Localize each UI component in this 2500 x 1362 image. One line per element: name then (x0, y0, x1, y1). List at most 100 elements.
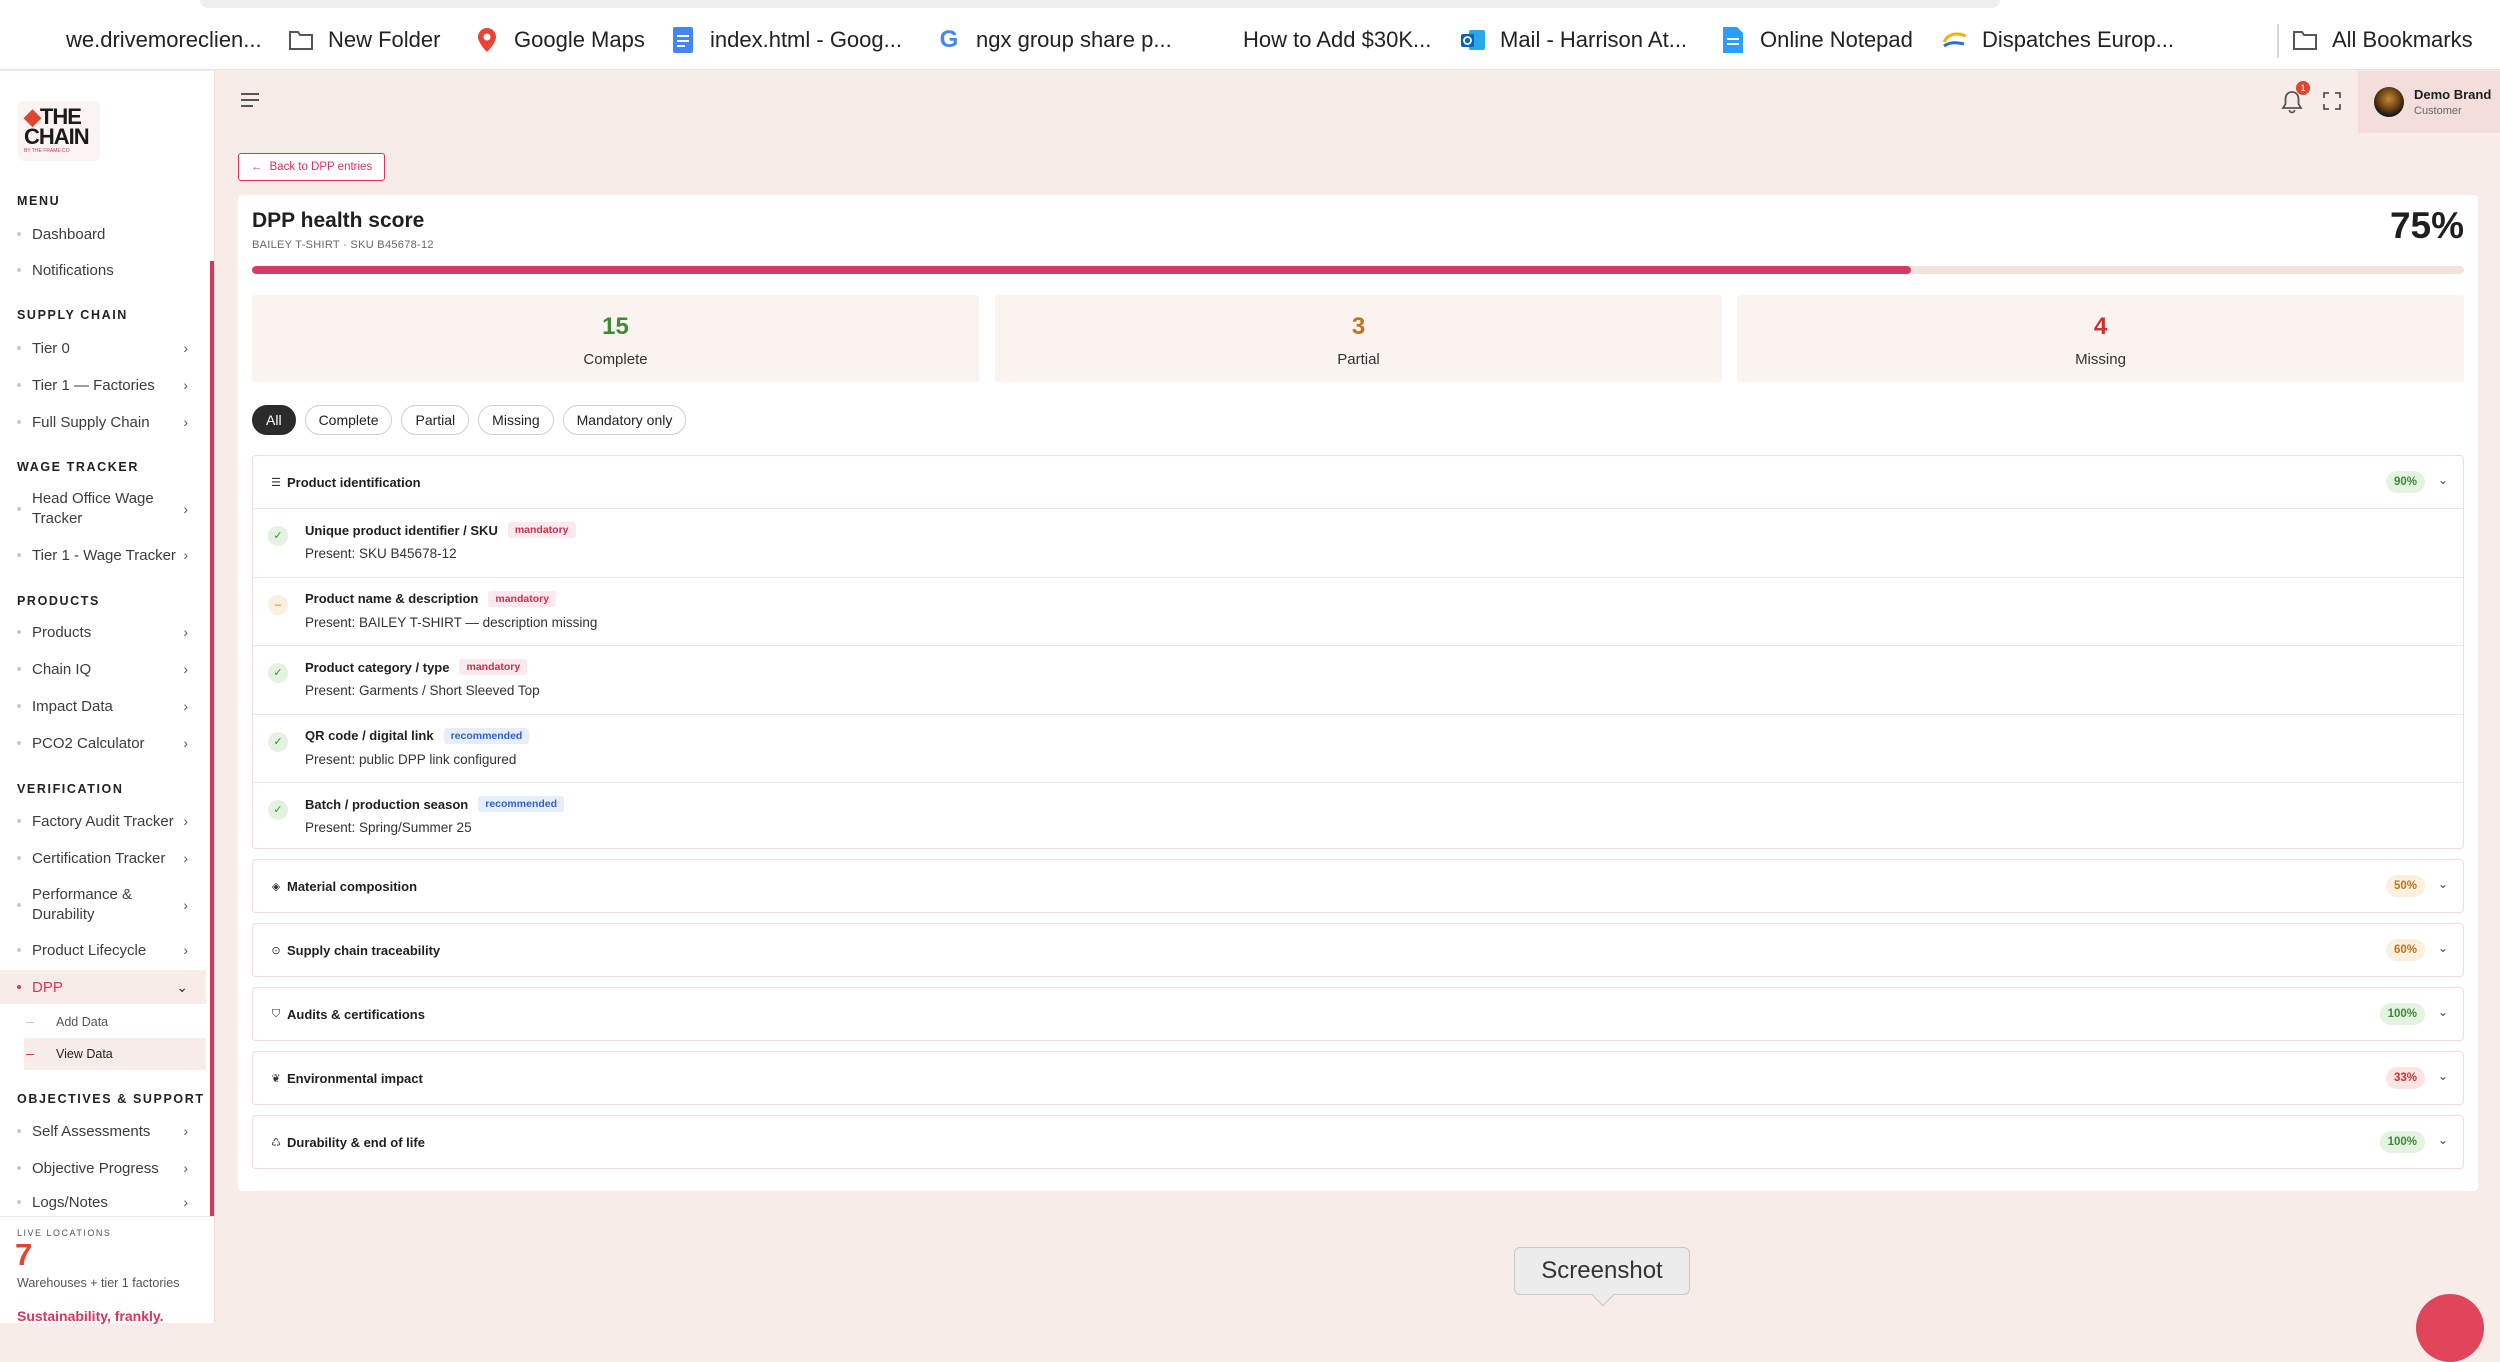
folder-icon (288, 27, 314, 53)
sidebar-item-dpp[interactable]: DPP ⌄ (0, 970, 206, 1004)
section-objectives-support: OBJECTIVES & SUPPORT (17, 1092, 205, 1106)
sidebar-item-product-lifecycle[interactable]: Product Lifecycle › (0, 935, 206, 965)
filter-missing[interactable]: Missing (478, 405, 554, 435)
stat-missing-label: Missing (2075, 351, 2126, 368)
check-icon: ✓ (268, 663, 288, 683)
sidebar-item-notifications[interactable]: Notifications (0, 255, 206, 285)
chevron-right-icon: › (183, 377, 188, 393)
stat-partial[interactable]: 3 Partial (995, 295, 1722, 382)
bookmark-9[interactable]: Dispatches Europ... (1942, 22, 2174, 58)
sidebar-item-pco2-calculator[interactable]: PCO2 Calculator › (0, 728, 206, 758)
all-bookmarks[interactable]: All Bookmarks (2292, 22, 2473, 58)
chevron-down-icon: ⌄ (2437, 877, 2448, 891)
bookmarks-bar: we.drivemoreclien... New Folder Google M… (0, 0, 2500, 70)
sidebar-scroll-indicator (210, 261, 214, 1301)
chevron-down-icon: ⌄ (2437, 1069, 2448, 1083)
layers-icon: ◈ (271, 880, 281, 893)
sidebar-item-tier-0[interactable]: Tier 0 › (0, 333, 206, 363)
outlook-icon (1460, 27, 1486, 53)
sidebar-item-performance-durability[interactable]: Performance & Durability › (0, 882, 206, 928)
sidebar-item-full-supply-chain[interactable]: Full Supply Chain › (0, 407, 206, 437)
product-subtitle: BAILEY T-SHIRT · SKU B45678-12 (252, 239, 434, 251)
chevron-right-icon: › (183, 1160, 188, 1176)
bookmark-1[interactable]: we.drivemoreclien... (66, 22, 262, 58)
stat-complete-value: 15 (602, 313, 629, 340)
sidebar-item-head-office-wage-tracker[interactable]: Head Office Wage Tracker › (0, 486, 206, 532)
sidebar-item-tier-1-factories[interactable]: Tier 1 — Factories › (0, 370, 206, 400)
filter-all[interactable]: All (252, 405, 296, 435)
top-bar: 1 Demo Brand Customer (216, 71, 2500, 133)
fullscreen-icon[interactable] (2322, 91, 2344, 113)
shield-icon: ⛉ (271, 1007, 281, 1020)
chevron-right-icon: › (183, 813, 188, 829)
section-score-badge: 100% (2379, 1131, 2425, 1153)
checklist-row: – Product name & description mandatory Pr… (253, 576, 2463, 646)
avatar (2374, 87, 2404, 117)
mandatory-tag: mandatory (488, 590, 557, 607)
bookmark-5[interactable]: Gngx group share p... (936, 22, 1172, 58)
mandatory-tag: mandatory (459, 659, 528, 675)
chevron-down-icon: ⌄ (2437, 941, 2448, 955)
sidebar-item-tier-1-wage-tracker[interactable]: Tier 1 - Wage Tracker › (0, 540, 206, 570)
the-chain-logo[interactable]: ◆THE CHAIN BY THE FRAME.CO (18, 101, 100, 161)
sidebar-item-products[interactable]: Products › (0, 617, 206, 647)
stat-complete-label: Complete (583, 351, 648, 368)
user-role: Customer (2414, 105, 2462, 117)
bookmark-3[interactable]: Google Maps (474, 22, 645, 58)
filter-mandatory-only[interactable]: Mandatory only (562, 405, 687, 435)
user-menu[interactable]: Demo Brand Customer (2358, 71, 2500, 133)
chevron-right-icon: › (183, 547, 188, 563)
sidebar-item-dashboard[interactable]: Dashboard (0, 219, 206, 249)
sidebar-item-chain-iq[interactable]: Chain IQ › (0, 654, 206, 684)
sidebar-item-impact-data[interactable]: Impact Data › (0, 691, 206, 721)
section-material-composition[interactable]: ◈ Material composition 50% ⌄ (252, 859, 2464, 913)
checklist-row: ✓ QR code / digital link recommended Pres… (253, 713, 2463, 783)
sidebar-subitem-view-data[interactable]: View Data (24, 1038, 206, 1070)
chevron-right-icon: › (183, 624, 188, 640)
sidebar-item-self-assessments[interactable]: Self Assessments › (0, 1116, 206, 1146)
mandatory-tag: mandatory (507, 522, 576, 538)
sidebar-item-certification-tracker[interactable]: Certification Tracker › (0, 843, 206, 873)
bookmark-8[interactable]: Online Notepad (1720, 22, 1913, 58)
back-to-dpp-entries-button[interactable]: ← Back to DPP entries (238, 153, 386, 181)
leaf-icon: ❦ (271, 1072, 281, 1085)
chevron-right-icon: › (183, 501, 188, 517)
bookmark-7[interactable]: Mail - Harrison At... (1460, 22, 1687, 58)
filter-complete[interactable]: Complete (304, 405, 393, 435)
stat-missing[interactable]: 4 Missing (1737, 295, 2464, 382)
page-title: DPP health score (252, 209, 425, 232)
section-score-badge: 33% (2385, 1067, 2425, 1089)
chat-launcher-button[interactable] (2416, 1294, 2484, 1362)
folder-icon (2292, 27, 2318, 53)
arrow-left-icon: ← (251, 161, 263, 173)
menu-toggle-icon[interactable] (241, 93, 259, 107)
chevron-down-icon: ⌄ (2437, 1005, 2448, 1019)
section-supply-chain-traceability[interactable]: ⊙ Supply chain traceability 60% ⌄ (252, 923, 2464, 977)
section-environmental-impact[interactable]: ❦ Environmental impact 33% ⌄ (252, 1051, 2464, 1105)
sidebar-subitem-add-data[interactable]: Add Data (24, 1006, 206, 1038)
section-header[interactable]: ☰ Product identification 90% ⌄ (253, 456, 2463, 508)
stat-missing-value: 4 (2093, 313, 2108, 340)
section-products: PRODUCTS (17, 594, 100, 608)
notifications-button[interactable]: 1 (2280, 81, 2310, 117)
stat-complete[interactable]: 15 Complete (252, 295, 979, 382)
bookmark-2[interactable]: New Folder (288, 22, 440, 58)
section-audits-certifications[interactable]: ⛉ Audits & certifications 100% ⌄ (252, 987, 2464, 1041)
bookmark-6[interactable]: How to Add $30K... (1243, 22, 1431, 58)
sidebar-item-factory-audit-tracker[interactable]: Factory Audit Tracker › (0, 806, 206, 836)
check-icon: ✓ (268, 800, 288, 820)
maps-pin-icon (474, 27, 500, 53)
list-icon: ☰ (271, 476, 281, 489)
live-locations-description: Warehouses + tier 1 factories (17, 1276, 180, 1290)
section-durability-end-of-life[interactable]: ♺ Durability & end of life 100% ⌄ (252, 1115, 2464, 1169)
health-progress-fill (252, 266, 1911, 274)
google-g-icon: G (939, 26, 959, 53)
filter-partial[interactable]: Partial (401, 405, 470, 435)
bookmark-4[interactable]: index.html - Goog... (670, 22, 902, 58)
section-verification: VERIFICATION (17, 782, 124, 796)
dispatches-icon (1942, 27, 1968, 53)
sidebar-item-objective-progress[interactable]: Objective Progress › (0, 1153, 206, 1183)
sidebar-item-logs-notes[interactable]: Logs/Notes › (0, 1190, 206, 1214)
location-pin-icon: ⊙ (271, 944, 281, 957)
section-wage-tracker: WAGE TRACKER (17, 460, 139, 474)
